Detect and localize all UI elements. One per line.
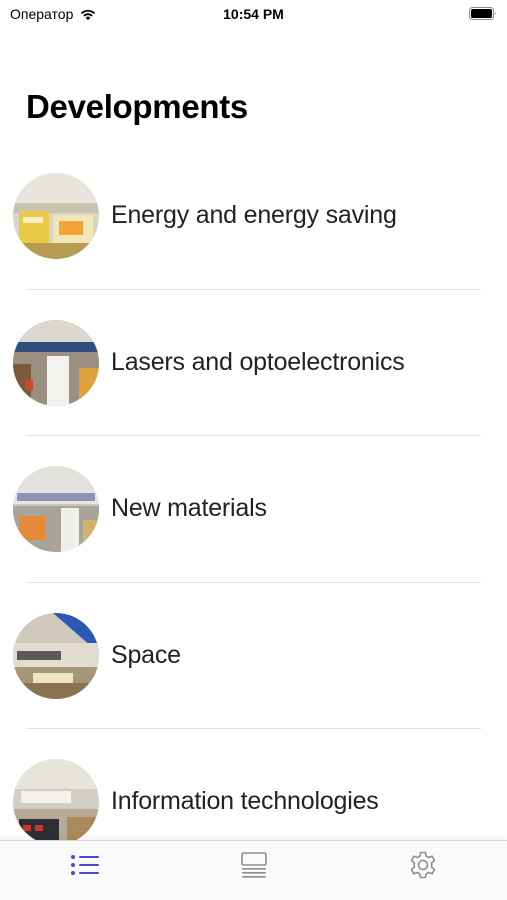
list-item-label: Space (111, 640, 181, 669)
tab-bar (0, 840, 507, 900)
thumbnail-materials (13, 466, 99, 552)
list-item-label: Information technologies (111, 787, 379, 815)
list-item-lasers[interactable]: Lasers and optoelectronics (0, 290, 507, 436)
gear-icon (410, 851, 435, 879)
tab-catalog[interactable] (169, 841, 338, 889)
tab-developments[interactable] (0, 841, 169, 889)
thumbnail-it (13, 759, 99, 840)
list-item-space[interactable]: Space (0, 583, 507, 729)
thumbnail-energy (13, 173, 99, 259)
list-item-energy[interactable]: Energy and energy saving (0, 143, 507, 290)
thumbnail-lasers (13, 319, 99, 406)
app-screen: Оператор 10:54 PM Developments Energy an… (0, 0, 507, 900)
catalog-icon (240, 852, 267, 878)
list-item-it[interactable]: Information technologies (0, 729, 507, 840)
status-bar: Оператор 10:54 PM (0, 0, 507, 30)
developments-list[interactable]: Energy and energy saving Lasers and opto… (0, 143, 507, 840)
list-item-label: Lasers and optoelectronics (111, 347, 405, 376)
list-item-materials[interactable]: New materials (0, 436, 507, 583)
list-item-label: New materials (111, 494, 267, 522)
status-time: 10:54 PM (223, 6, 284, 22)
thumbnail-space (13, 612, 99, 699)
list-item-label: Energy and energy saving (111, 201, 397, 229)
page-title: Developments (26, 88, 248, 125)
battery-icon (469, 7, 496, 20)
list-icon (70, 855, 99, 875)
tab-settings[interactable] (338, 841, 507, 889)
